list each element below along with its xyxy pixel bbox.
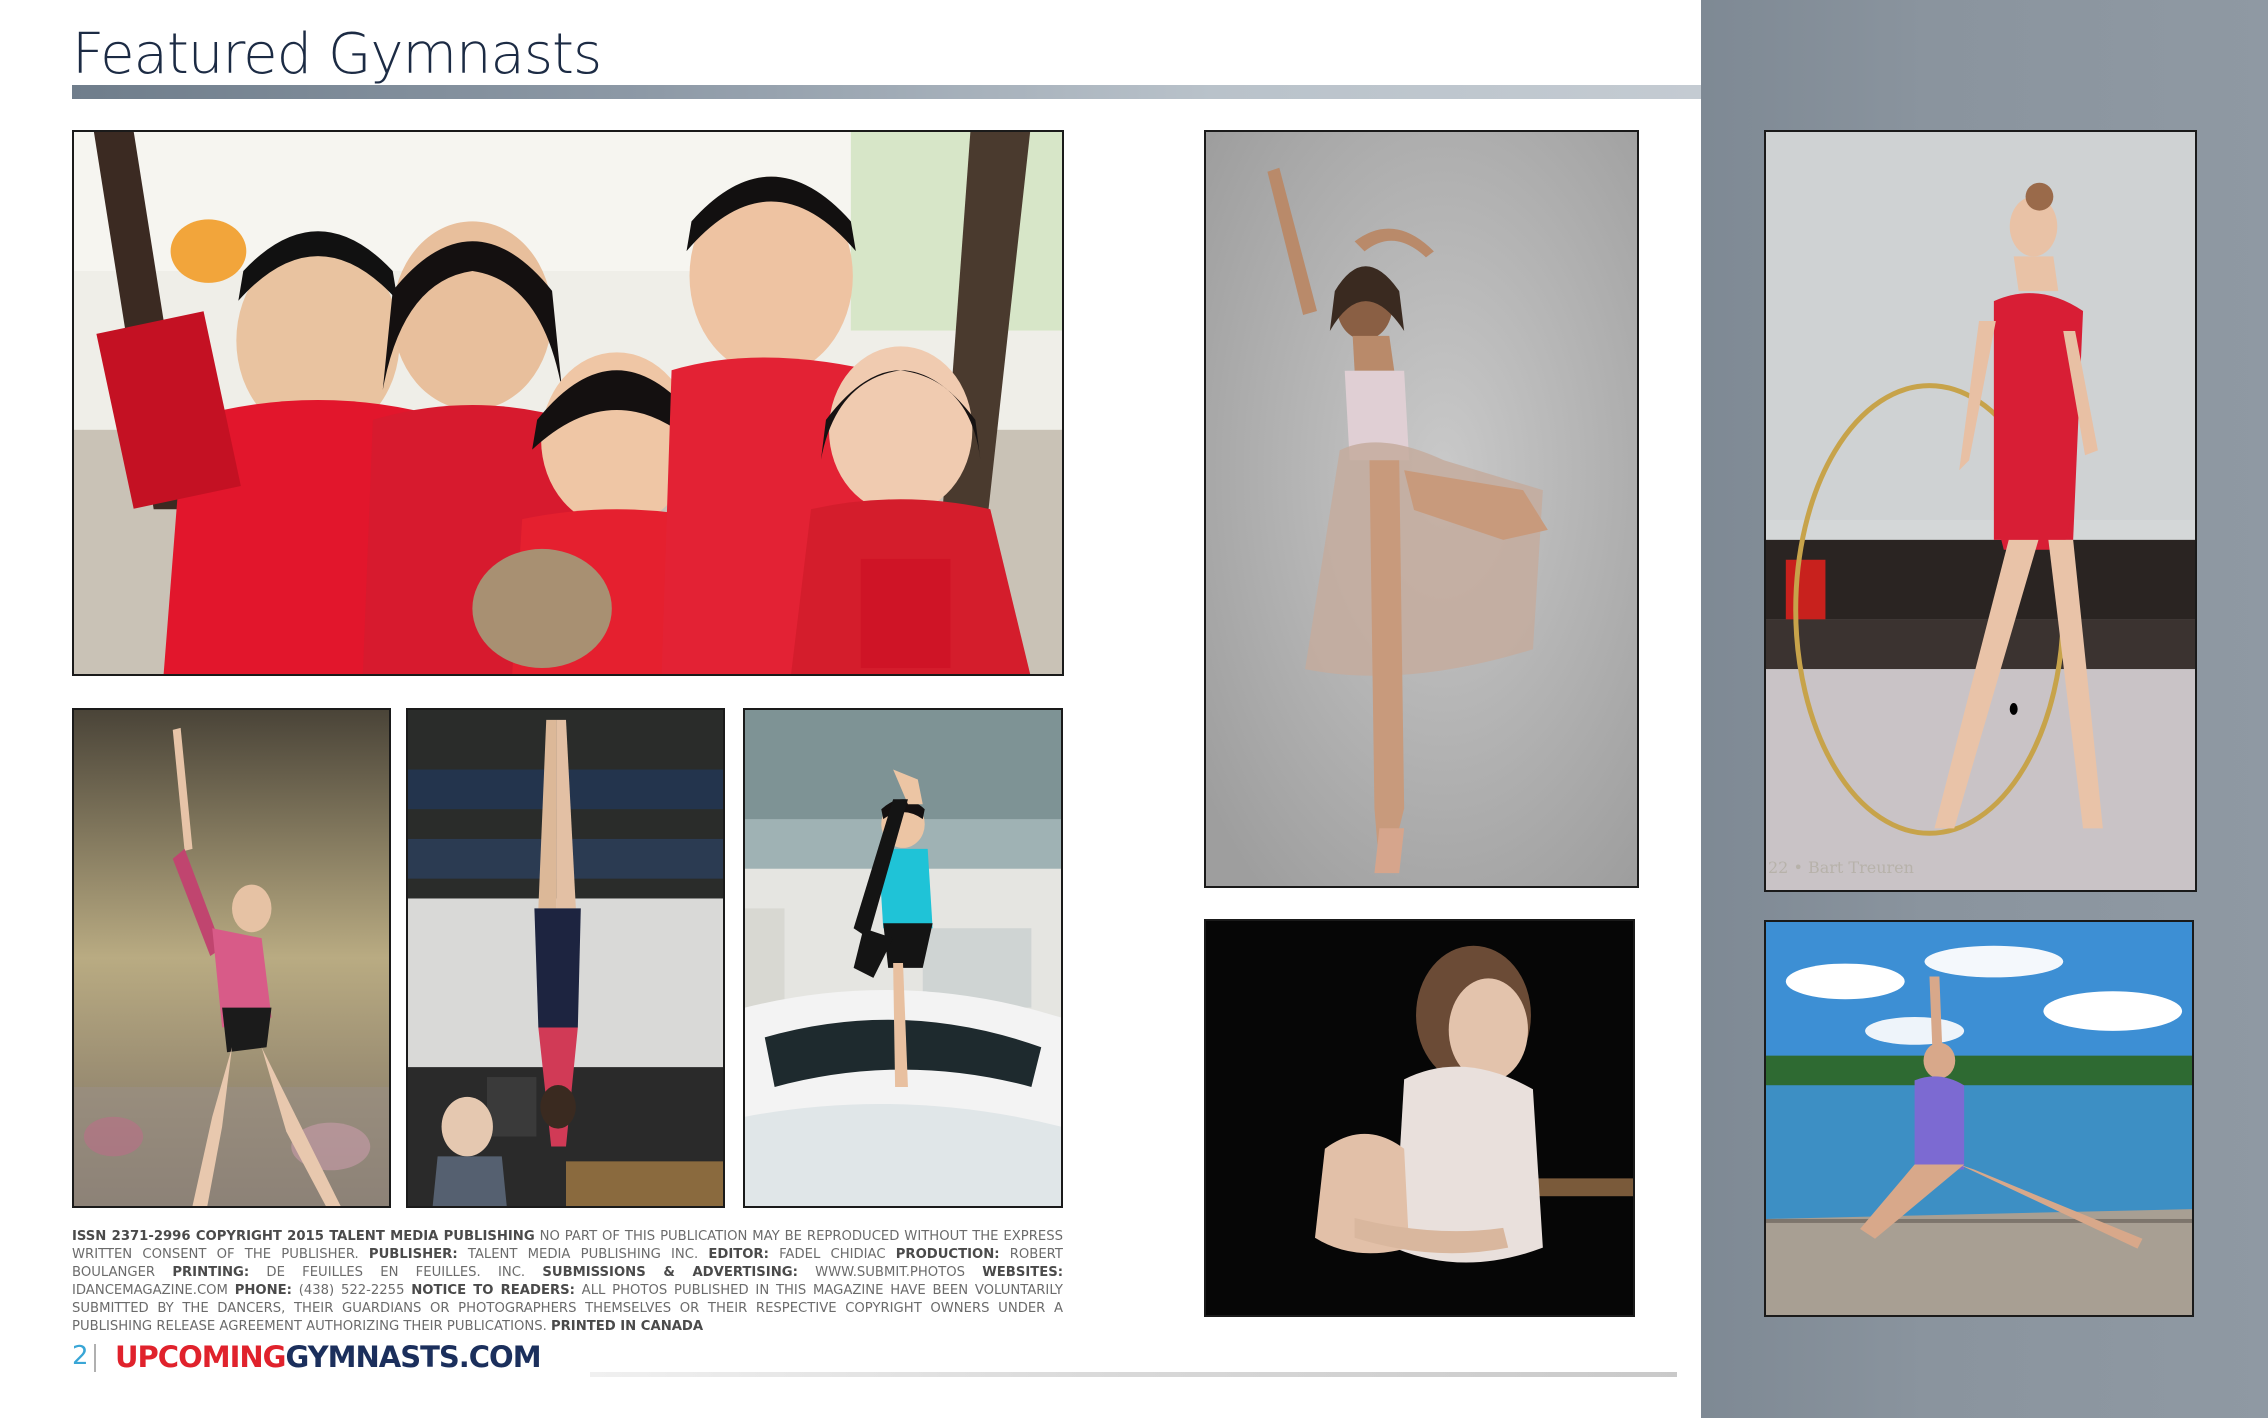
- girl-on-car-photo: [743, 708, 1063, 1208]
- publisher-value: TALENT MEDIA PUBLISHING INC.: [467, 1247, 699, 1262]
- hoop-gymnast-photo: [1764, 130, 2197, 892]
- editor-label: EDITOR:: [708, 1247, 769, 1262]
- brand-part-gymnasts: GYMNASTS.COM: [285, 1340, 541, 1374]
- readers-label: NOTICE TO READERS:: [411, 1283, 575, 1298]
- production-label: PRODUCTION:: [895, 1247, 1000, 1262]
- websites-label: WEBSITES:: [982, 1265, 1064, 1280]
- issn-label: ISSN 2371-2996 COPYRIGHT 2015 TALENT MED…: [72, 1229, 535, 1244]
- footer-rule: [590, 1372, 1677, 1377]
- brand-logo[interactable]: UPCOMINGGYMNASTS.COM: [115, 1340, 542, 1374]
- submissions-label: SUBMISSIONS & ADVERTISING:: [542, 1265, 798, 1280]
- websites-value: IDANCEMAGAZINE.COM: [72, 1283, 228, 1298]
- title-underline: [72, 85, 1701, 99]
- photo-credit-caption: 22 • Bart Treuren: [1768, 858, 1914, 877]
- publication-credits: ISSN 2371-2996 COPYRIGHT 2015 TALENT MED…: [72, 1228, 1063, 1336]
- beam-gymnast-photo: [72, 708, 391, 1208]
- brand-part-upcoming: UPCOMING: [115, 1340, 286, 1374]
- footer-separator: [94, 1344, 96, 1372]
- phone-label: PHONE:: [234, 1283, 292, 1298]
- publisher-label: PUBLISHER:: [368, 1247, 458, 1262]
- phone-value: (438) 522-2255: [298, 1283, 405, 1298]
- printing-value: DE FEUILLES EN FEUILLES. INC.: [266, 1265, 526, 1280]
- ballet-dancer-photo: [1204, 130, 1639, 888]
- family-photo: [72, 130, 1064, 676]
- editor-value: FADEL CHIDIAC: [779, 1247, 886, 1262]
- printed-in-label: PRINTED IN CANADA: [550, 1319, 704, 1334]
- dancer-at-barre-photo: [1204, 919, 1635, 1317]
- submissions-value: WWW.SUBMIT.PHOTOS: [815, 1265, 965, 1280]
- page-title: Featured Gymnasts: [72, 22, 602, 87]
- handstand-gymnast-photo: [406, 708, 725, 1208]
- dock-gymnast-photo: [1764, 920, 2194, 1317]
- page-number: 2: [72, 1341, 89, 1371]
- printing-label: PRINTING:: [172, 1265, 250, 1280]
